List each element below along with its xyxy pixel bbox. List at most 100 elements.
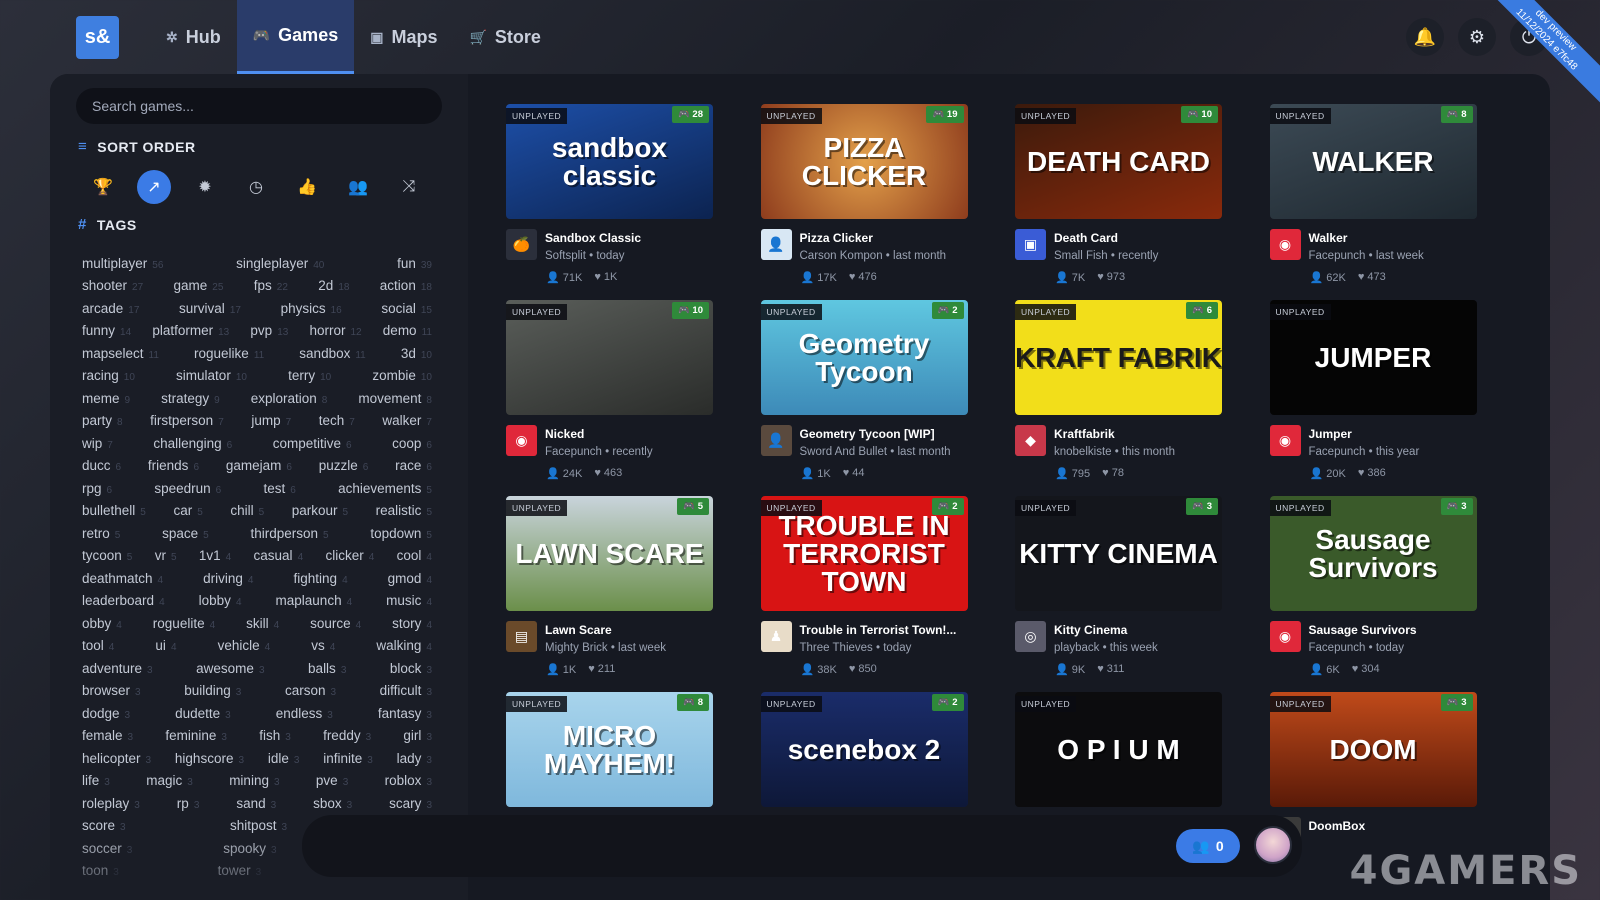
trending-sort-button[interactable]: ↗ (137, 170, 171, 204)
org-icon[interactable]: 🍊 (506, 229, 537, 260)
game-card[interactable]: KITTY CINEMA UNPLAYED 🎮 3 ◎ Kitty Cinema play… (1015, 496, 1222, 676)
tag-pvp[interactable]: pvp 13 (250, 323, 288, 338)
tag-chill[interactable]: chill 5 (230, 503, 264, 518)
tag-survival[interactable]: survival 17 (179, 301, 241, 316)
tag-life[interactable]: life 3 (82, 773, 110, 788)
tag-racing[interactable]: racing 10 (82, 368, 135, 383)
tag-fighting[interactable]: fighting 4 (294, 571, 348, 586)
tag-singleplayer[interactable]: singleplayer 40 (236, 256, 324, 271)
game-card[interactable]: LAWN SCARE UNPLAYED 🎮 5 ▤ Lawn Scare Mighty B… (506, 496, 713, 676)
game-card[interactable]: Sausage Survivors UNPLAYED 🎮 3 ◉ Sausage Sur… (1269, 496, 1477, 676)
people-sort-button[interactable]: 👥 (341, 170, 375, 204)
org-icon[interactable]: ◉ (1269, 425, 1301, 456)
game-card[interactable]: WALKER UNPLAYED 🎮 8 ◉ Walker Facepunch • last… (1269, 104, 1477, 284)
tag-test[interactable]: test 6 (264, 481, 296, 496)
tag-speedrun[interactable]: speedrun 6 (154, 481, 221, 496)
org-icon[interactable]: ◉ (1269, 621, 1301, 652)
tag-3d[interactable]: 3d 10 (401, 346, 432, 361)
tag-platformer[interactable]: platformer 13 (152, 323, 229, 338)
tag-gmod[interactable]: gmod 4 (388, 571, 432, 586)
tag-meme[interactable]: meme 9 (82, 391, 130, 406)
tag-sbox[interactable]: sbox 3 (313, 796, 352, 811)
game-card[interactable]: UNPLAYED 🎮 10 ◉ Nicked Facepunch • recently 👤… (506, 300, 713, 480)
tag-challenging[interactable]: challenging 6 (153, 436, 232, 451)
tag-casual[interactable]: casual 4 (254, 548, 304, 563)
game-card[interactable]: PIZZA CLICKER UNPLAYED 🎮 19 👤 Pizza Clicker C… (760, 104, 968, 284)
tag-topdown[interactable]: topdown 5 (370, 526, 432, 541)
tag-physics[interactable]: physics 16 (281, 301, 342, 316)
tag-arcade[interactable]: arcade 17 (82, 301, 139, 316)
tag-jump[interactable]: jump 7 (251, 413, 291, 428)
tag-fun[interactable]: fun 39 (397, 256, 432, 271)
game-card[interactable]: TROUBLE IN TERRORIST TOWN UNPLAYED 🎮 2 ♟ Tro… (760, 496, 968, 676)
game-thumbnail[interactable]: DEATH CARD UNPLAYED 🎮 10 (1015, 104, 1222, 219)
tag-car[interactable]: car 5 (173, 503, 202, 518)
trophy-sort-button[interactable]: 🏆 (86, 170, 120, 204)
tag-roleplay[interactable]: roleplay 3 (82, 796, 140, 811)
tag-leaderboard[interactable]: leaderboard 4 (82, 593, 165, 608)
tag-2d[interactable]: 2d 18 (318, 278, 349, 293)
tag-sand[interactable]: sand 3 (236, 796, 276, 811)
tag-party[interactable]: party 8 (82, 413, 123, 428)
tag-vr[interactable]: vr 5 (155, 548, 177, 563)
tag-infinite[interactable]: infinite 3 (323, 751, 373, 766)
tag-race[interactable]: race 6 (395, 458, 432, 473)
tag-bullethell[interactable]: bullethell 5 (82, 503, 146, 518)
tag-clicker[interactable]: clicker 4 (325, 548, 374, 563)
game-card[interactable]: KRAFT FABRIK UNPLAYED 🎮 6 ◆ Kraftfabrik knobe… (1015, 300, 1222, 480)
notifications-button[interactable]: 🔔 (1406, 18, 1444, 56)
tag-mapselect[interactable]: mapselect 11 (82, 346, 159, 361)
tag-cool[interactable]: cool 4 (397, 548, 432, 563)
tag-simulator[interactable]: simulator 10 (176, 368, 247, 383)
tag-terry[interactable]: terry 10 (288, 368, 331, 383)
tag-realistic[interactable]: realistic 5 (376, 503, 432, 518)
nav-games[interactable]: 🎮 Games (236, 0, 355, 74)
tag-skill[interactable]: skill 4 (246, 616, 279, 631)
tag-music[interactable]: music 4 (386, 593, 432, 608)
tag-source[interactable]: source 4 (310, 616, 361, 631)
tag-funny[interactable]: funny 14 (82, 323, 131, 338)
tag-dodge[interactable]: dodge 3 (82, 706, 130, 721)
org-icon[interactable]: ◉ (506, 425, 537, 456)
shuffle-sort-button[interactable]: ⤨ (392, 170, 426, 204)
game-card[interactable]: DEATH CARD UNPLAYED 🎮 10 ▣ Death Card Small F… (1015, 104, 1222, 284)
tag-sandbox[interactable]: sandbox 11 (299, 346, 365, 361)
game-thumbnail[interactable]: JUMPER UNPLAYED (1269, 300, 1477, 415)
tag-fish[interactable]: fish 3 (259, 728, 291, 743)
tag-vehicle[interactable]: vehicle 4 (218, 638, 271, 653)
game-thumbnail[interactable]: KRAFT FABRIK UNPLAYED 🎮 6 (1015, 300, 1222, 415)
tag-girl[interactable]: girl 3 (403, 728, 432, 743)
org-icon[interactable]: ▣ (1015, 229, 1046, 260)
tag-mining[interactable]: mining 3 (229, 773, 279, 788)
tag-wip[interactable]: wip 7 (82, 436, 113, 451)
game-thumbnail[interactable]: sandbox classic UNPLAYED 🎮 28 (506, 104, 713, 219)
app-logo[interactable]: s& (76, 16, 119, 59)
tag-horror[interactable]: horror 12 (309, 323, 361, 338)
tag-highscore[interactable]: highscore 3 (175, 751, 244, 766)
tag-puzzle[interactable]: puzzle 6 (319, 458, 369, 473)
tag-female[interactable]: female 3 (82, 728, 133, 743)
tag-scary[interactable]: scary 3 (389, 796, 432, 811)
game-thumbnail[interactable]: UNPLAYED 🎮 10 (506, 300, 713, 415)
tag-parkour[interactable]: parkour 5 (292, 503, 348, 518)
tag-driving[interactable]: driving 4 (203, 571, 253, 586)
search-input[interactable] (76, 88, 442, 124)
game-thumbnail[interactable]: O P I U M UNPLAYED (1015, 692, 1222, 807)
tag-tool[interactable]: tool 4 (82, 638, 114, 653)
nav-hub[interactable]: ✲ Hub (150, 0, 237, 74)
tag-ducc[interactable]: ducc 6 (82, 458, 121, 473)
nav-store[interactable]: 🛒 Store (453, 0, 556, 74)
party-button[interactable]: 👥 0 (1176, 829, 1240, 863)
tag-action[interactable]: action 18 (380, 278, 432, 293)
tag-freddy[interactable]: freddy 3 (323, 728, 371, 743)
thumbs-up-sort-button[interactable]: 👍 (290, 170, 324, 204)
org-icon[interactable]: ♟ (760, 621, 792, 652)
tag-fantasy[interactable]: fantasy 3 (378, 706, 432, 721)
tag-building[interactable]: building 3 (184, 683, 241, 698)
game-card[interactable]: DOOMUNPLAYED🎮 3♞DoomBox (1269, 692, 1477, 848)
tag-tech[interactable]: tech 7 (319, 413, 355, 428)
org-icon[interactable]: ▤ (506, 621, 537, 652)
tag-browser[interactable]: browser 3 (82, 683, 141, 698)
game-thumbnail[interactable]: TROUBLE IN TERRORIST TOWN UNPLAYED 🎮 2 (760, 496, 968, 611)
tag-walker[interactable]: walker 7 (382, 413, 432, 428)
